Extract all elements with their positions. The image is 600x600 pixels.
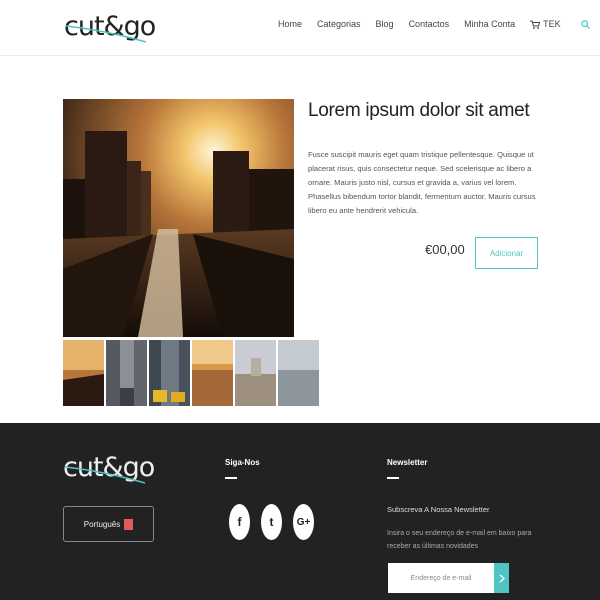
thumbnail-image [63, 340, 104, 406]
logo-swoosh-icon [65, 25, 147, 43]
language-label: Português [83, 519, 121, 529]
cart-label: TEK [543, 19, 561, 29]
logo-swoosh-icon [64, 466, 146, 484]
language-selector[interactable]: Português [63, 506, 154, 542]
site-header: cut&go Home Categorias Blog Contactos Mi… [0, 0, 600, 56]
follow-underline [225, 477, 237, 479]
follow-heading: Siga-Nos [225, 458, 260, 467]
thumbnail-image [192, 340, 233, 406]
nav-categorias[interactable]: Categorias [317, 19, 361, 29]
add-to-cart-button[interactable]: Adicionar [475, 237, 538, 269]
thumbnail-6[interactable] [278, 340, 319, 406]
thumbnail-image [278, 340, 319, 406]
twitter-icon[interactable]: t [261, 504, 282, 540]
nav-home[interactable]: Home [278, 19, 302, 29]
thumbnail-2[interactable] [106, 340, 147, 406]
flag-icon [124, 518, 134, 530]
nav-minha-conta[interactable]: Minha Conta [464, 19, 515, 29]
newsletter-submit-button[interactable] [494, 563, 509, 593]
product-description: Fusce suscipit mauris eget quam tristiqu… [308, 150, 536, 215]
product-main-image[interactable] [63, 99, 294, 337]
newsletter-subtitle: Subscreva A Nossa Newsletter [387, 505, 490, 514]
google-plus-icon[interactable]: G+ [293, 504, 314, 540]
nav-contactos[interactable]: Contactos [409, 19, 450, 29]
social-links: f t G+ [229, 504, 314, 540]
main-nav: Home Categorias Blog Contactos Minha Con… [278, 19, 590, 29]
site-footer: cut&go Português Siga-Nos f t G+ Newslet… [0, 423, 600, 600]
search-icon[interactable] [580, 19, 590, 29]
newsletter-text: Insira o seu endereço de e-mail em baixo… [387, 530, 532, 550]
product-title: Lorem ipsum dolor sit amet [308, 100, 530, 121]
facebook-icon[interactable]: f [229, 504, 250, 540]
footer-logo[interactable]: cut&go [63, 449, 155, 489]
thumbnail-image [106, 340, 147, 406]
product-price: €00,00 [425, 242, 465, 257]
chevron-right-icon [499, 574, 505, 582]
thumbnail-image [235, 340, 276, 406]
newsletter-heading: Newsletter [387, 458, 428, 467]
thumbnail-4[interactable] [192, 340, 233, 406]
thumbnail-3[interactable] [149, 340, 190, 406]
thumbnail-5[interactable] [235, 340, 276, 406]
city-sunset-image [63, 99, 294, 337]
newsletter-underline [387, 477, 399, 479]
thumbnail-image [149, 340, 190, 406]
email-input[interactable]: Endereço de e-mail [388, 563, 494, 593]
site-logo[interactable]: cut&go [64, 8, 156, 48]
nav-blog[interactable]: Blog [376, 19, 394, 29]
nav-cart[interactable]: TEK [530, 19, 561, 29]
thumbnail-1[interactable] [63, 340, 104, 406]
cart-icon [530, 20, 541, 29]
product-thumbnails [63, 340, 319, 406]
